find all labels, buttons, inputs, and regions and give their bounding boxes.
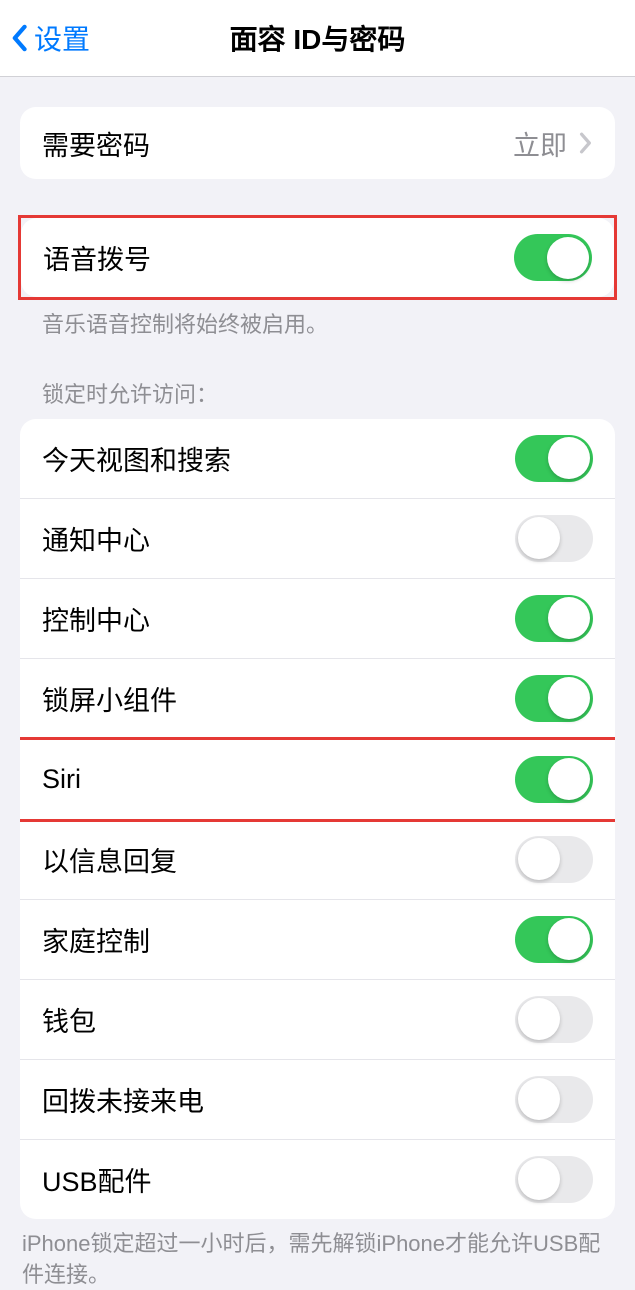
lock-access-label: 锁屏小组件 <box>42 679 177 718</box>
back-label: 设置 <box>34 18 90 58</box>
voice-dial-toggle[interactable] <box>514 234 592 281</box>
lock-access-card: 今天视图和搜索通知中心控制中心锁屏小组件 Siri 以信息回复家庭控制钱包回拨未接来… <box>20 419 615 1219</box>
toggle-knob <box>548 758 590 800</box>
lock-access-toggle[interactable] <box>515 836 593 883</box>
lock-access-row[interactable]: 通知中心 <box>20 499 615 579</box>
lock-access-label: 回拨未接来电 <box>42 1080 204 1119</box>
toggle-knob <box>518 1158 560 1200</box>
lock-access-row[interactable]: 家庭控制 <box>20 900 615 980</box>
chevron-left-icon <box>10 24 28 52</box>
lock-access-toggle[interactable] <box>515 756 593 803</box>
page-title: 面容 ID与密码 <box>230 18 406 58</box>
lock-access-toggle[interactable] <box>515 595 593 642</box>
toggle-knob <box>548 677 590 719</box>
lock-access-row[interactable]: 今天视图和搜索 <box>20 419 615 499</box>
lock-access-label: 家庭控制 <box>42 920 150 959</box>
toggle-knob <box>518 998 560 1040</box>
lock-access-toggle[interactable] <box>515 515 593 562</box>
toggle-knob <box>548 437 590 479</box>
toggle-knob <box>518 838 560 880</box>
toggle-knob <box>548 918 590 960</box>
lock-access-header: 锁定时允许访问： <box>20 377 615 419</box>
lock-access-label: 以信息回复 <box>42 840 177 879</box>
lock-access-toggle[interactable] <box>515 435 593 482</box>
voice-dial-card: 语音拨号 <box>21 218 614 297</box>
require-passcode-value: 立即 <box>513 124 567 163</box>
lock-access-toggle[interactable] <box>515 916 593 963</box>
chevron-right-icon <box>579 132 593 154</box>
lock-access-footer: iPhone锁定超过一小时后，需先解锁iPhone才能允许USB配件连接。 <box>20 1219 615 1290</box>
voice-dial-label: 语音拨号 <box>43 238 151 277</box>
toggle-knob <box>518 1078 560 1120</box>
require-passcode-card: 需要密码 立即 <box>20 107 615 179</box>
voice-dial-highlight: 语音拨号 <box>18 215 617 300</box>
lock-access-toggle[interactable] <box>515 1076 593 1123</box>
lock-access-label: 钱包 <box>42 1000 96 1039</box>
lock-access-label: 控制中心 <box>42 599 150 638</box>
lock-access-toggle[interactable] <box>515 675 593 722</box>
navigation-header: 设置 面容 ID与密码 <box>0 0 635 77</box>
lock-access-row[interactable]: 回拨未接来电 <box>20 1060 615 1140</box>
lock-access-row[interactable]: 以信息回复 <box>20 820 615 900</box>
voice-dial-footer: 音乐语音控制将始终被启用。 <box>20 300 615 341</box>
lock-access-row[interactable]: USB配件 <box>20 1140 615 1219</box>
lock-access-toggle[interactable] <box>515 1156 593 1203</box>
lock-access-row[interactable]: 锁屏小组件 <box>20 659 615 739</box>
lock-access-row[interactable]: 钱包 <box>20 980 615 1060</box>
lock-access-row[interactable]: Siri <box>20 740 615 819</box>
lock-access-toggle[interactable] <box>515 996 593 1043</box>
lock-access-label: 今天视图和搜索 <box>42 439 231 478</box>
siri-row-highlight: Siri <box>20 737 615 822</box>
lock-access-label: 通知中心 <box>42 519 150 558</box>
require-passcode-row[interactable]: 需要密码 立即 <box>20 107 615 179</box>
toggle-knob <box>548 597 590 639</box>
lock-access-row[interactable]: 控制中心 <box>20 579 615 659</box>
voice-dial-row[interactable]: 语音拨号 <box>21 218 614 297</box>
toggle-knob <box>518 517 560 559</box>
lock-access-label: USB配件 <box>42 1160 152 1199</box>
lock-access-label: Siri <box>42 764 81 795</box>
require-passcode-value-container: 立即 <box>513 124 593 163</box>
require-passcode-label: 需要密码 <box>42 124 150 163</box>
back-button[interactable]: 设置 <box>10 18 90 58</box>
toggle-knob <box>547 237 589 279</box>
